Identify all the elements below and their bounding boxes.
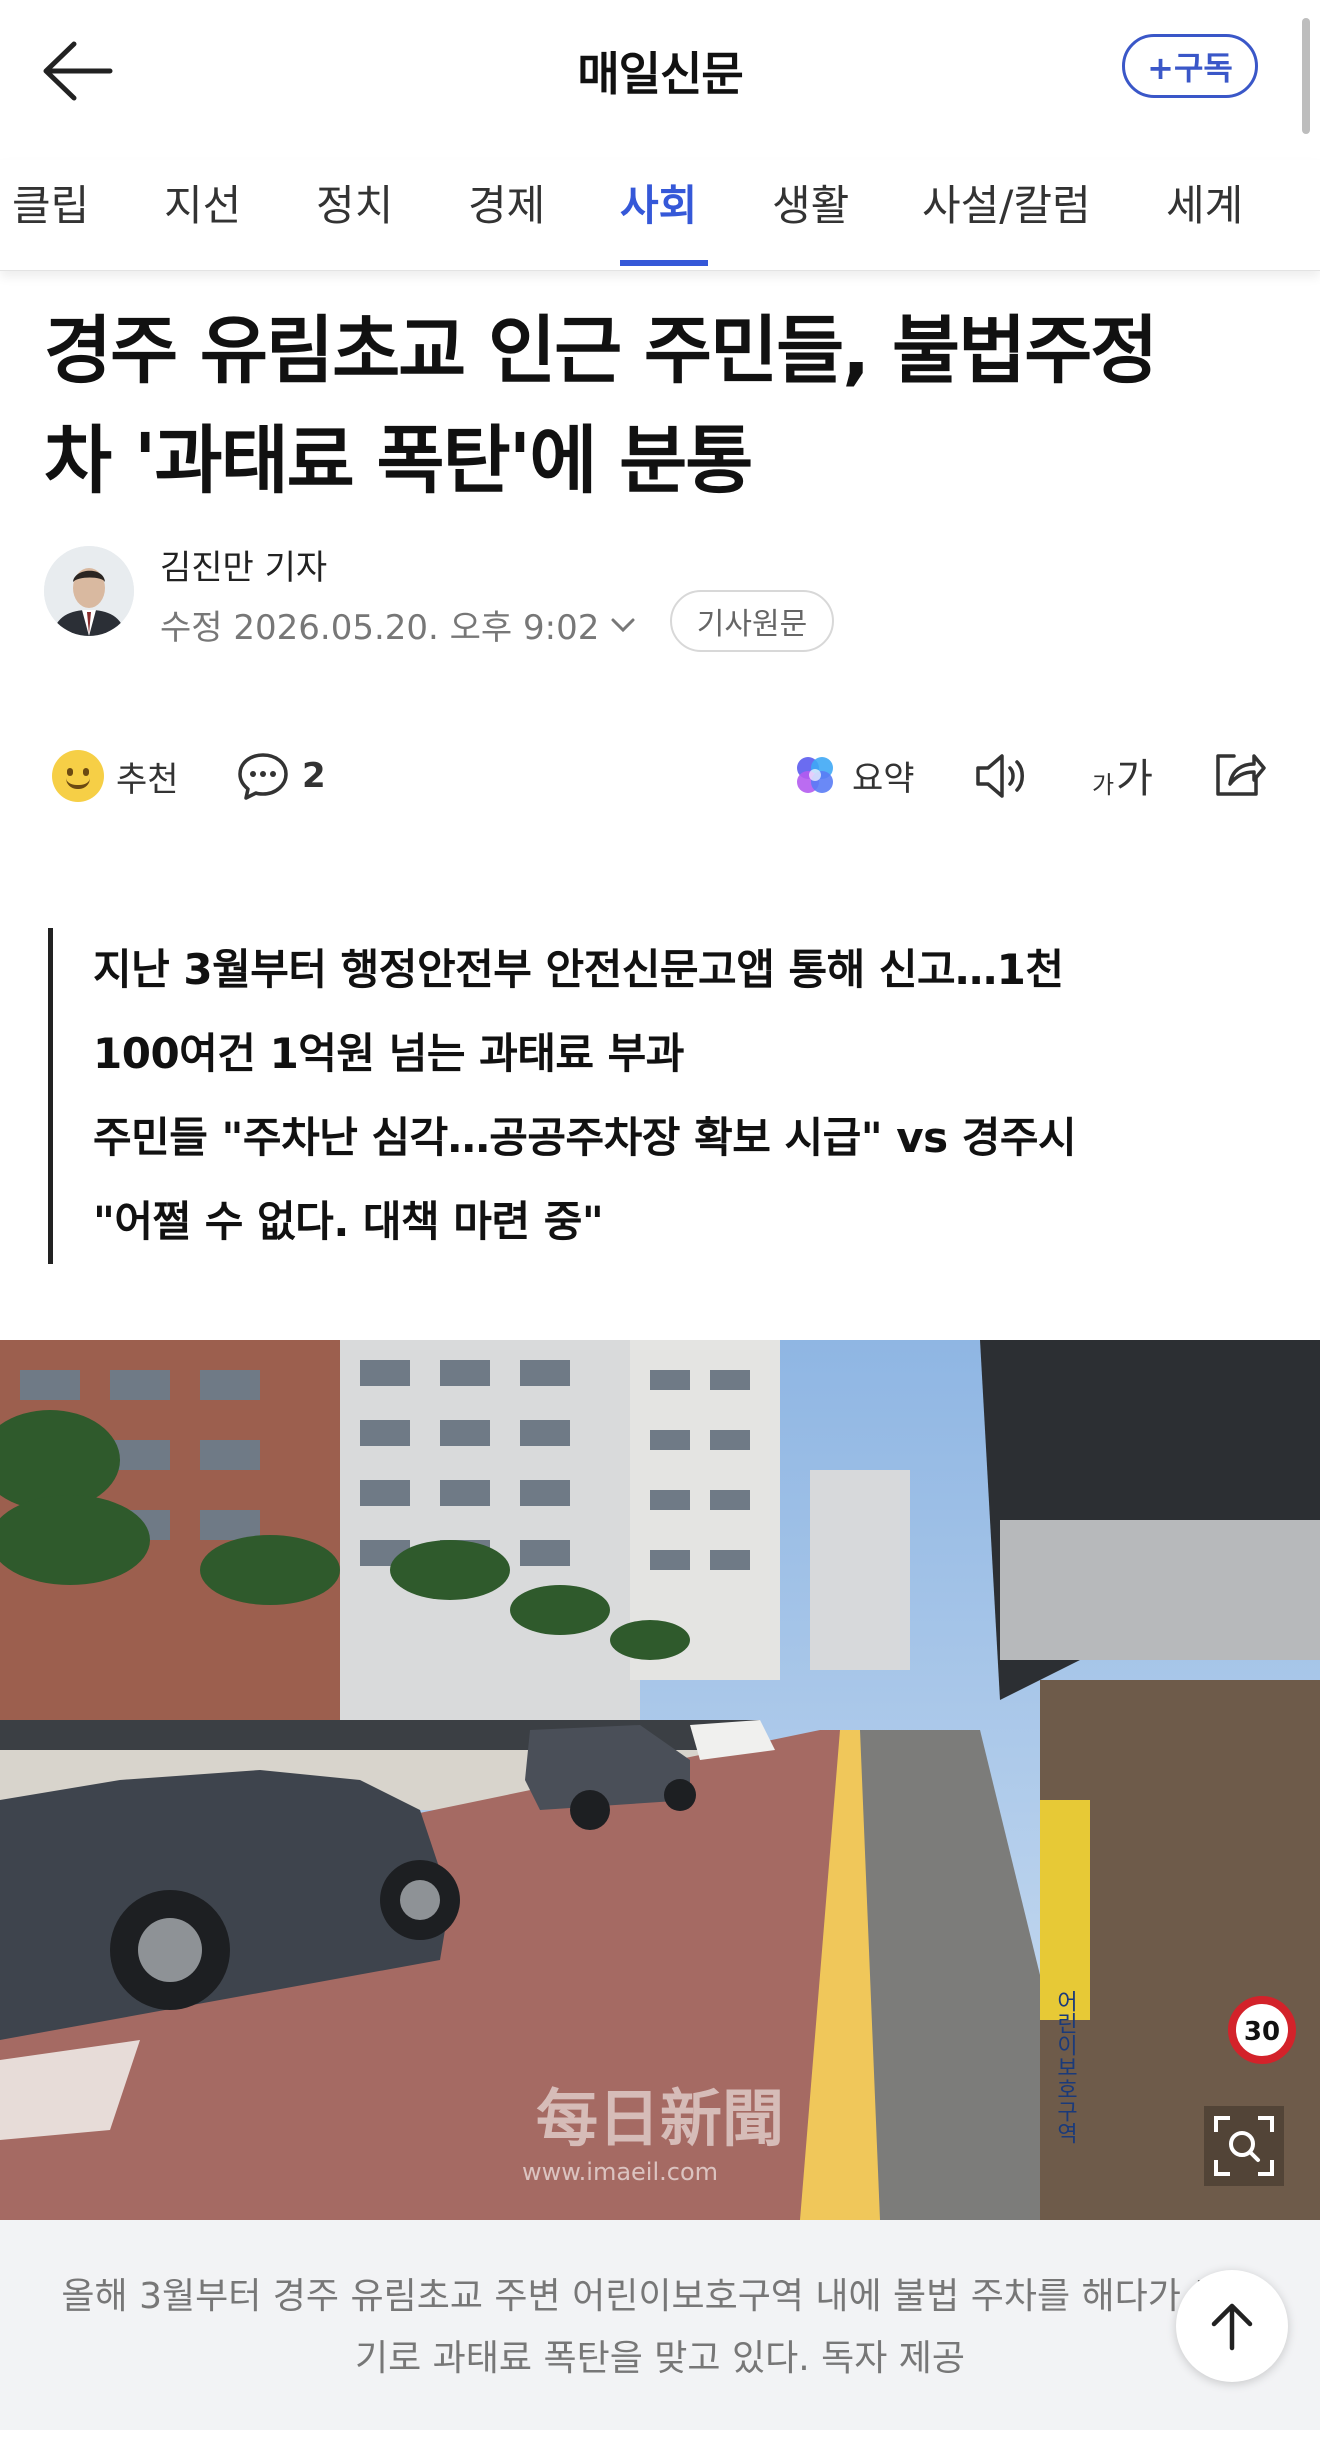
- reporter-name[interactable]: 김진만 기자: [160, 540, 327, 589]
- updated-date[interactable]: 수정 2026.05.20. 오후 9:02: [160, 600, 637, 649]
- tab-world[interactable]: 세계: [1166, 172, 1243, 233]
- tab-clip[interactable]: 클립: [12, 172, 89, 233]
- watermark-url: www.imaeil.com: [522, 2158, 718, 2186]
- photo-zoom-button[interactable]: [1204, 2106, 1284, 2186]
- font-size-small-label: 가: [1092, 770, 1115, 799]
- caption-text: 올해 3월부터 경주 유림초교 주변 어린이보호구역 내에 불법 주차를 해다가…: [61, 2276, 1259, 2379]
- subscribe-button[interactable]: +구독: [1122, 34, 1258, 98]
- ai-summary-icon: [797, 757, 833, 793]
- active-tab-indicator: [620, 260, 708, 266]
- article-actions: 추천 2 요약 가 가: [0, 740, 1320, 812]
- tab-life[interactable]: 생활: [772, 172, 849, 233]
- arrow-up-icon: [1211, 2303, 1253, 2351]
- headline-line-2: 차 '과태료 폭탄'에 분통: [44, 418, 753, 504]
- article-summary: 지난 3월부터 행정안전부 안전신문고앱 통해 신고…1천 100여건 1억원 …: [48, 928, 1278, 1264]
- tab-editorial[interactable]: 사설/칼럼: [922, 172, 1091, 233]
- reporter-avatar[interactable]: [44, 546, 134, 636]
- comment-button[interactable]: 2: [236, 750, 326, 802]
- category-tabs: 클립 지선 정치 경제 사회 생활 사설/칼럼 세계: [0, 160, 1320, 271]
- summary-line: "어쩔 수 없다. 대책 마련 중": [93, 1197, 604, 1246]
- smile-emoji-icon: [52, 750, 104, 802]
- ai-summary-button[interactable]: 요약: [790, 750, 915, 800]
- headline-line-1: 경주 유림초교 인근 주민들, 불법주정: [44, 308, 1158, 394]
- scroll-to-top-button[interactable]: [1176, 2270, 1288, 2382]
- tab-local-election[interactable]: 지선: [164, 172, 241, 233]
- speaker-icon: [976, 754, 1024, 798]
- share-icon: [1216, 754, 1266, 796]
- font-size-button[interactable]: 가 가: [1092, 746, 1153, 804]
- updated-date-text: 수정 2026.05.20. 오후 9:02: [160, 608, 600, 648]
- child-zone-sign-text: 어린이보호구역: [1053, 1990, 1078, 2144]
- scrollbar[interactable]: [1302, 18, 1310, 134]
- tab-politics[interactable]: 정치: [316, 172, 393, 233]
- original-article-button[interactable]: 기사원문: [670, 590, 834, 652]
- zoom-icon: [1204, 2106, 1284, 2186]
- tab-society[interactable]: 사회: [620, 172, 697, 233]
- comment-count: 2: [302, 756, 326, 796]
- top-bar: 매일신문 +구독: [0, 0, 1320, 140]
- share-button[interactable]: [1210, 746, 1268, 802]
- comment-icon: [238, 753, 288, 800]
- summary-line: 주민들 "주차난 심각…공공주차장 확보 시급" vs 경주시: [93, 1113, 1077, 1162]
- article-photo[interactable]: 어린이보호구역 30 每日新聞 www.imaeil.com: [0, 1340, 1320, 2220]
- article-headline: 경주 유림초교 인근 주민들, 불법주정 차 '과태료 폭탄'에 분통: [44, 296, 1284, 516]
- watermark-logo: 每日新聞: [536, 2082, 784, 2155]
- chevron-down-icon: [611, 618, 635, 632]
- summary-line: 100여건 1억원 넘는 과태료 부과: [93, 1029, 684, 1078]
- tab-economy[interactable]: 경제: [468, 172, 545, 233]
- speed-limit-sign: 30: [1244, 2017, 1280, 2047]
- recommend-label: 추천: [116, 759, 179, 800]
- ai-summary-label: 요약: [852, 758, 915, 799]
- recommend-button[interactable]: 추천: [52, 750, 179, 802]
- read-aloud-button[interactable]: [972, 748, 1034, 804]
- font-size-big-label: 가: [1116, 756, 1153, 802]
- summary-line: 지난 3월부터 행정안전부 안전신문고앱 통해 신고…1천: [93, 945, 1064, 994]
- photo-caption: 올해 3월부터 경주 유림초교 주변 어린이보호구역 내에 불법 주차를 해다가…: [0, 2220, 1320, 2430]
